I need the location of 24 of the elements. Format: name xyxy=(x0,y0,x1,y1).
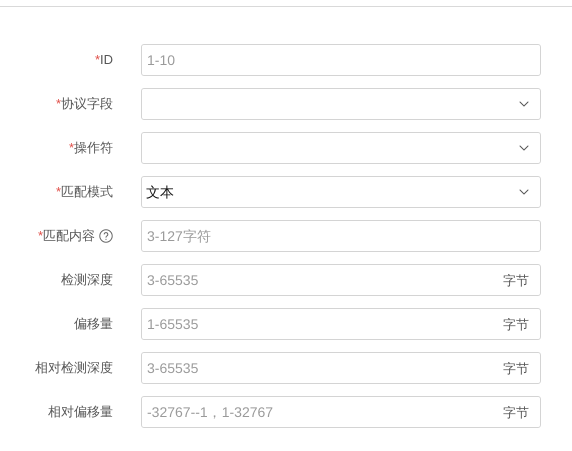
required-mark: * xyxy=(56,183,61,202)
unit-label: 字节 xyxy=(503,272,529,290)
select-field[interactable] xyxy=(141,88,541,120)
required-mark: * xyxy=(68,139,74,158)
field-label: 匹配模式 xyxy=(61,183,113,202)
select-value: 文本 xyxy=(146,182,174,202)
select-field[interactable]: 文本 xyxy=(141,176,541,208)
select-field[interactable] xyxy=(141,132,541,164)
field-label: 操作符 xyxy=(74,139,113,158)
required-mark: * xyxy=(38,227,43,246)
field-label: 协议字段 xyxy=(61,95,113,114)
field-label: 相对偏移量 xyxy=(48,403,113,422)
field-label: 匹配内容 xyxy=(43,227,95,246)
unit-label: 字节 xyxy=(503,404,529,422)
required-mark: * xyxy=(94,51,100,70)
required-mark: * xyxy=(56,95,61,114)
unit-label: 字节 xyxy=(503,316,529,334)
unit-label: 字节 xyxy=(503,360,529,378)
field-label: 偏移量 xyxy=(74,315,113,334)
field-label: 检测深度 xyxy=(61,271,113,290)
field-label: 相对检测深度 xyxy=(35,359,113,378)
input-field[interactable]: 3-127字符 xyxy=(141,220,541,252)
field-label: ID xyxy=(100,51,113,70)
input-field[interactable]: 1-10 xyxy=(141,44,541,76)
